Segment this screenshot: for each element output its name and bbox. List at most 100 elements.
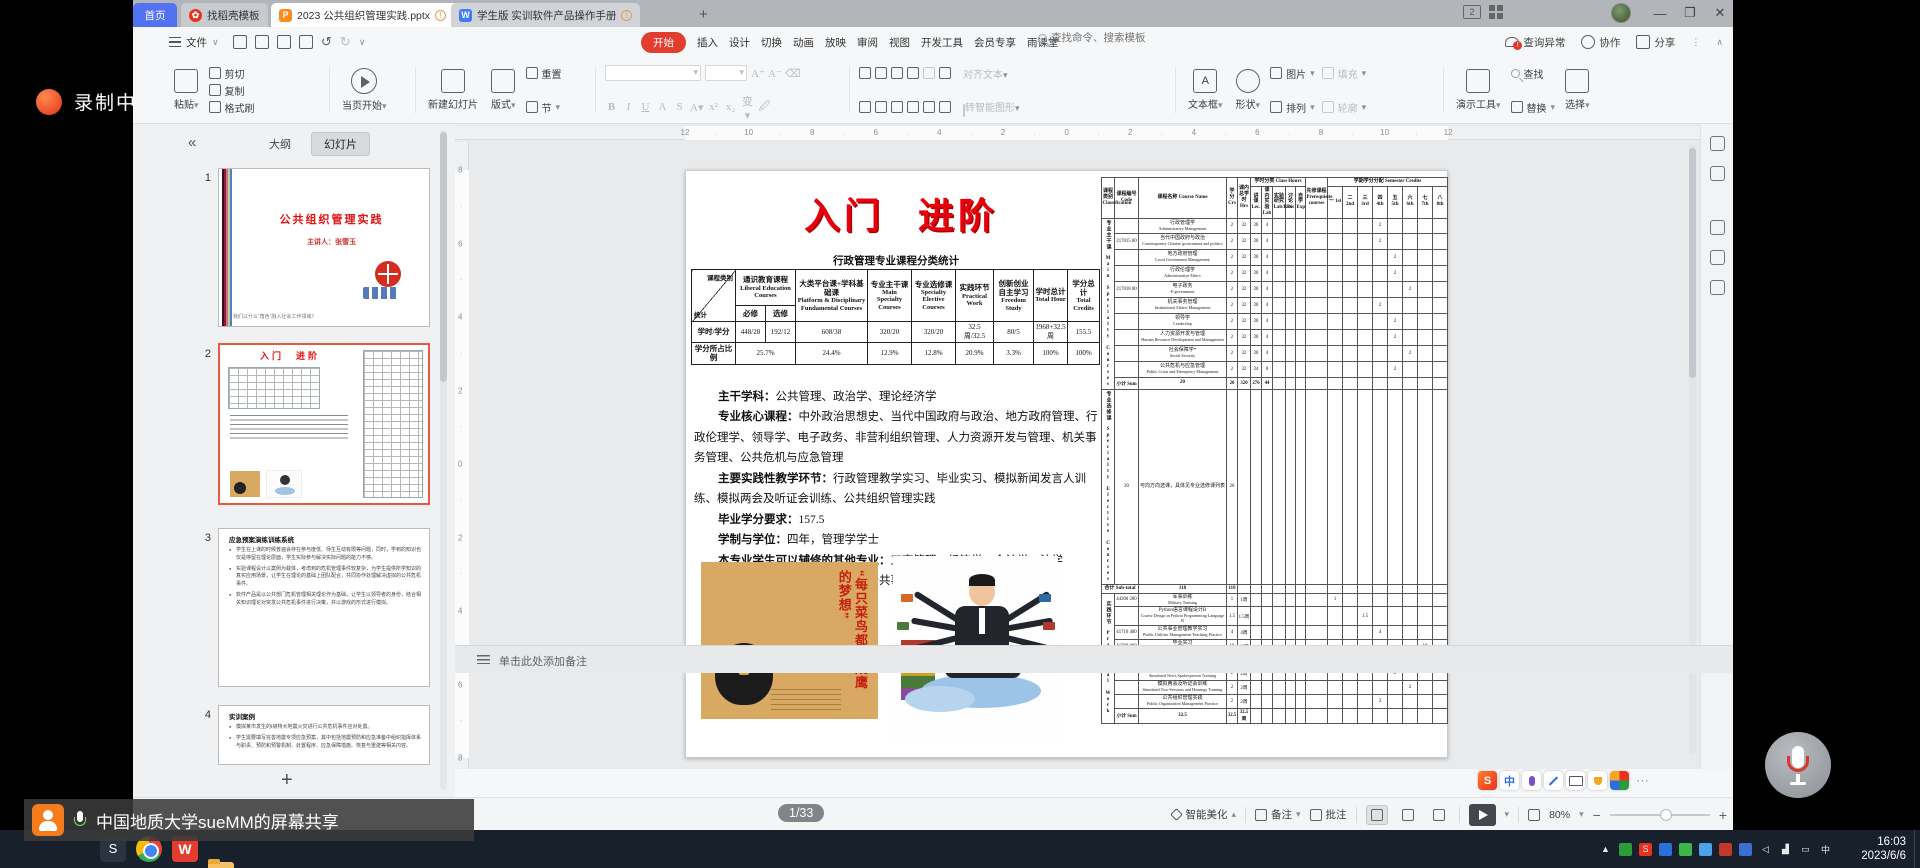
- tab-devtools[interactable]: 开发工具: [921, 35, 963, 50]
- subscript-icon[interactable]: x₂: [724, 101, 737, 113]
- play-options-icon[interactable]: ▾: [1505, 809, 1510, 820]
- collaborate-button[interactable]: 协作: [1581, 35, 1620, 50]
- user-avatar[interactable]: [1611, 3, 1631, 23]
- collapse-panel-icon[interactable]: «: [188, 134, 196, 151]
- redo-icon[interactable]: ↻: [340, 35, 351, 49]
- search-input[interactable]: [1051, 32, 1201, 44]
- zoom-in-button[interactable]: +: [1719, 807, 1727, 823]
- ime-more-icon[interactable]: ⋯: [1636, 773, 1650, 789]
- layout-button[interactable]: 版式▾: [488, 63, 519, 117]
- notes-button[interactable]: 备注 ▾: [1255, 807, 1301, 822]
- textbox-button[interactable]: A 文本框▾: [1185, 63, 1226, 117]
- ime-apps-icon[interactable]: [1610, 771, 1629, 790]
- quick-access-more-icon[interactable]: ∨: [359, 37, 366, 48]
- copy-button[interactable]: 复制: [209, 82, 255, 98]
- tab-review[interactable]: 审阅: [857, 35, 878, 50]
- align-left-icon[interactable]: [859, 101, 871, 113]
- share-button[interactable]: 分享: [1636, 35, 1675, 50]
- tab-slides[interactable]: 幻灯片: [311, 132, 370, 156]
- undo-icon[interactable]: ↺: [321, 35, 332, 49]
- notes-bar[interactable]: 单击此处添加备注: [455, 645, 1733, 673]
- normal-view-button[interactable]: [1366, 805, 1388, 825]
- line-spacing-icon[interactable]: [939, 67, 951, 79]
- tab-docer-templates[interactable]: ✿ 找稻壳模板: [181, 3, 268, 27]
- taskbar-file-explorer[interactable]: [208, 862, 234, 868]
- reading-view-button[interactable]: [1428, 805, 1450, 825]
- slide-thumbnail-3[interactable]: 应急预案演练训练系统 学生在上课的时候普遍会存在参与度低、师生互动有限等问题，同…: [218, 528, 430, 687]
- apps-grid-icon[interactable]: [1489, 5, 1503, 19]
- tab-animation[interactable]: 动画: [793, 35, 814, 50]
- slide-thumbnail-1[interactable]: 公共组织管理实践 主讲人：张雪玉 我们以什么“角色”融入社会工作领域？: [218, 168, 430, 327]
- panel-toggle-icon[interactable]: [1710, 136, 1725, 151]
- scrollbar-thumb[interactable]: [440, 132, 447, 382]
- split-window-icon[interactable]: 2: [1463, 5, 1481, 19]
- align-text-button[interactable]: 对齐文本▾: [963, 66, 1008, 81]
- increase-indent-icon[interactable]: [907, 67, 919, 79]
- shadow-icon[interactable]: S: [673, 101, 686, 113]
- font-size-select[interactable]: [705, 65, 747, 81]
- superscript-icon[interactable]: x²: [707, 101, 720, 113]
- columns-icon[interactable]: [923, 101, 935, 113]
- align-center-icon[interactable]: [875, 101, 887, 113]
- chinese-ime-icon[interactable]: 中: [1819, 843, 1832, 856]
- mobile-sync-icon[interactable]: [1710, 280, 1725, 295]
- select-button[interactable]: 选择▾: [1562, 63, 1593, 117]
- chinese-mode-icon[interactable]: 中: [1500, 771, 1519, 790]
- command-search[interactable]: [1038, 32, 1201, 44]
- clear-format-icon[interactable]: ⌫: [785, 67, 798, 80]
- find-button[interactable]: 查找: [1511, 65, 1556, 81]
- slide-thumbnail-4[interactable]: 实训案例 模拟某市发生的Ⅰ级特大地震火灾进行公共危机事件应对处置。学生需要填写完…: [218, 705, 430, 765]
- bullet-list-icon[interactable]: [859, 67, 871, 79]
- tab-member[interactable]: 会员专享: [974, 35, 1016, 50]
- replace-button[interactable]: 替换▾: [1511, 99, 1556, 115]
- picture-button[interactable]: 图片▾: [1270, 65, 1315, 81]
- highlight-icon[interactable]: 🖉: [758, 98, 771, 117]
- volume-icon[interactable]: ◁: [1759, 843, 1772, 856]
- zoom-slider[interactable]: [1610, 814, 1710, 816]
- panel-scrollbar[interactable]: [440, 130, 447, 790]
- decrease-font-icon[interactable]: A⁻: [768, 67, 781, 80]
- tab-manual[interactable]: W 学生版 实训软件产品操作手册 !: [451, 3, 640, 27]
- zoom-options-icon[interactable]: ▾: [1579, 809, 1584, 820]
- media-icon[interactable]: [1710, 220, 1725, 235]
- play-from-current-button[interactable]: 当页开始▾: [339, 63, 390, 117]
- align-right-icon[interactable]: [891, 101, 903, 113]
- tab-insert[interactable]: 插入: [697, 35, 718, 50]
- sogou-input-icon[interactable]: S: [1639, 843, 1652, 856]
- zoom-slider-knob[interactable]: [1660, 809, 1672, 821]
- qq-icon[interactable]: [1659, 843, 1672, 856]
- tab-design[interactable]: 设计: [729, 35, 750, 50]
- phonetic-icon[interactable]: 变▾: [741, 93, 754, 122]
- format-painter-button[interactable]: 格式刷: [209, 99, 255, 115]
- section-button[interactable]: 节▾: [526, 99, 562, 115]
- slide-sorter-button[interactable]: [1397, 805, 1419, 825]
- export-icon[interactable]: [255, 35, 269, 49]
- tab-slideshow[interactable]: 放映: [825, 35, 846, 50]
- properties-icon[interactable]: [1710, 166, 1725, 181]
- outline-button[interactable]: 轮廓▾: [1322, 99, 1367, 115]
- present-tools-button[interactable]: 演示工具▾: [1453, 63, 1504, 117]
- underline-icon[interactable]: U: [639, 101, 652, 113]
- add-slide-button[interactable]: +: [281, 769, 293, 792]
- bold-icon[interactable]: B: [605, 101, 618, 113]
- numbered-list-icon[interactable]: [875, 67, 887, 79]
- slide-thumbnail-2-selected[interactable]: 入门 进阶: [218, 343, 430, 505]
- tab-outline[interactable]: 大纲: [269, 136, 291, 152]
- close-button[interactable]: ✕: [1705, 0, 1733, 26]
- print-icon[interactable]: [277, 35, 291, 49]
- keyboard-icon[interactable]: [1566, 771, 1585, 790]
- rewards-icon[interactable]: [1588, 771, 1607, 790]
- slideshow-play-button[interactable]: [1469, 804, 1496, 826]
- tab-presentation-active[interactable]: P 2023 公共组织管理实践.pptx ! ✕: [271, 3, 471, 27]
- tray-expand-icon[interactable]: ▲: [1599, 843, 1612, 856]
- tab-home[interactable]: 首页: [133, 3, 177, 27]
- increase-font-icon[interactable]: A⁺: [751, 67, 764, 80]
- camera-icon[interactable]: [1710, 250, 1725, 265]
- fit-slide-icon[interactable]: [1528, 809, 1540, 821]
- save-icon[interactable]: [233, 35, 247, 49]
- handwriting-icon[interactable]: [1544, 771, 1563, 790]
- tab-start[interactable]: 开始: [641, 32, 686, 53]
- bluetooth-icon[interactable]: [1739, 843, 1752, 856]
- new-slide-button[interactable]: 新建幻灯片: [425, 63, 481, 117]
- cut-button[interactable]: 剪切: [209, 65, 255, 81]
